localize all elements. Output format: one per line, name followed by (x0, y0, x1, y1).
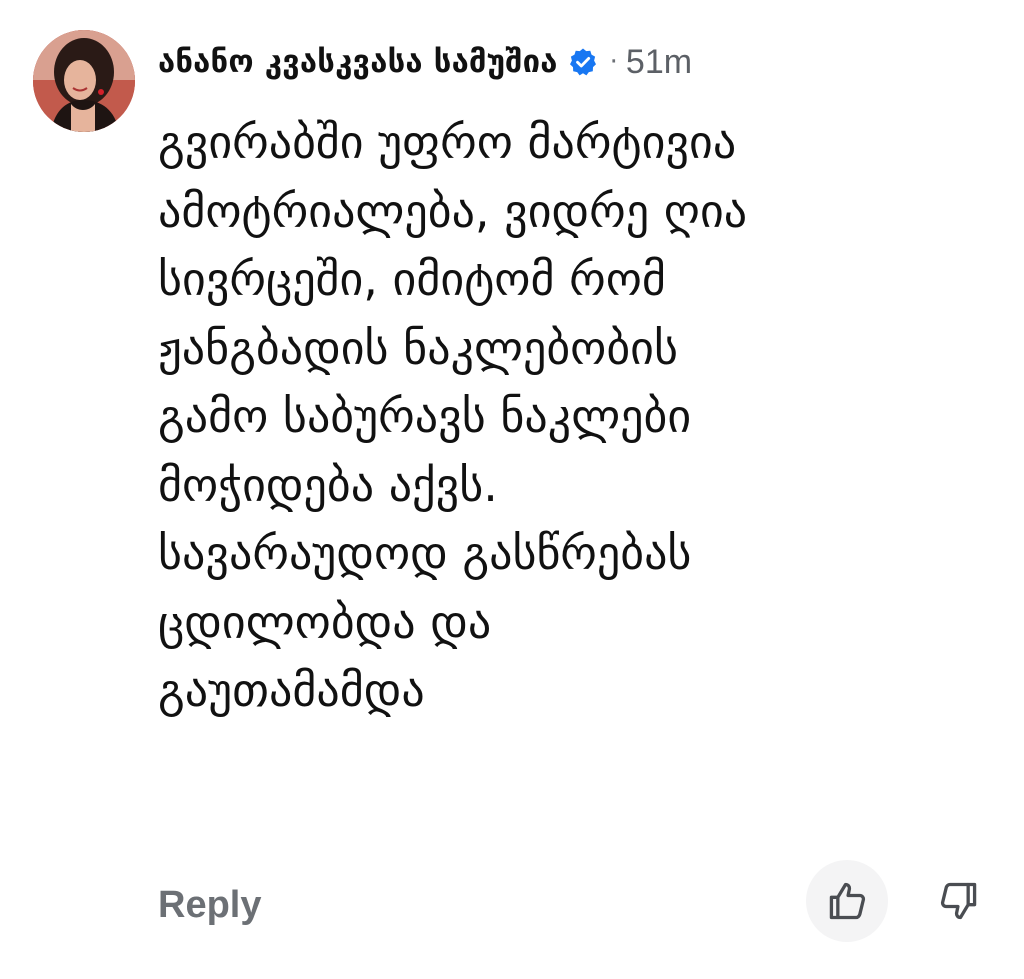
thumbs-down-icon (940, 882, 977, 920)
author-name[interactable]: ანანო კვასკვასა სამუშია (158, 44, 558, 80)
separator-dot: · (609, 47, 618, 77)
comment-actions: Reply (0, 858, 1024, 954)
timestamp[interactable]: 51m (626, 43, 692, 82)
comment-body-line: მოჭიდება აქვს. (158, 457, 498, 512)
comment-body-line: გამო საბურავს ნაკლები (158, 389, 692, 443)
comment-body: გვირაბში უფრო მარტივია ამოტრიალება, ვიდრ… (158, 108, 988, 725)
comment-body-line: ჟანგბადის ნაკლებობის (158, 320, 678, 375)
like-button[interactable] (806, 860, 888, 942)
comment-body-line: ცდილობდა და (158, 594, 492, 649)
dislike-button[interactable] (918, 860, 1000, 942)
reply-button[interactable]: Reply (158, 884, 261, 927)
comment-body-line: გვირაბში უფრო მარტივია (158, 115, 737, 169)
comment-body-line: გაუთამამდა (158, 663, 425, 717)
verified-badge-icon (568, 47, 598, 77)
comment-item: ანანო კვასკვასა სამუშია · 51m გვირაბში უ… (0, 0, 1024, 979)
avatar[interactable] (33, 30, 135, 132)
thumbs-up-icon (829, 882, 866, 920)
comment-body-line: ამოტრიალება, ვიდრე ღია (158, 183, 748, 238)
comment-body-line: სავარაუდოდ გასწრებას (158, 526, 692, 580)
avatar-image (33, 30, 135, 132)
comment-body-line: სივრცეში, იმიტომ რომ (158, 252, 666, 306)
comment-header: ანანო კვასკვასა სამუშია · 51m (158, 38, 692, 86)
